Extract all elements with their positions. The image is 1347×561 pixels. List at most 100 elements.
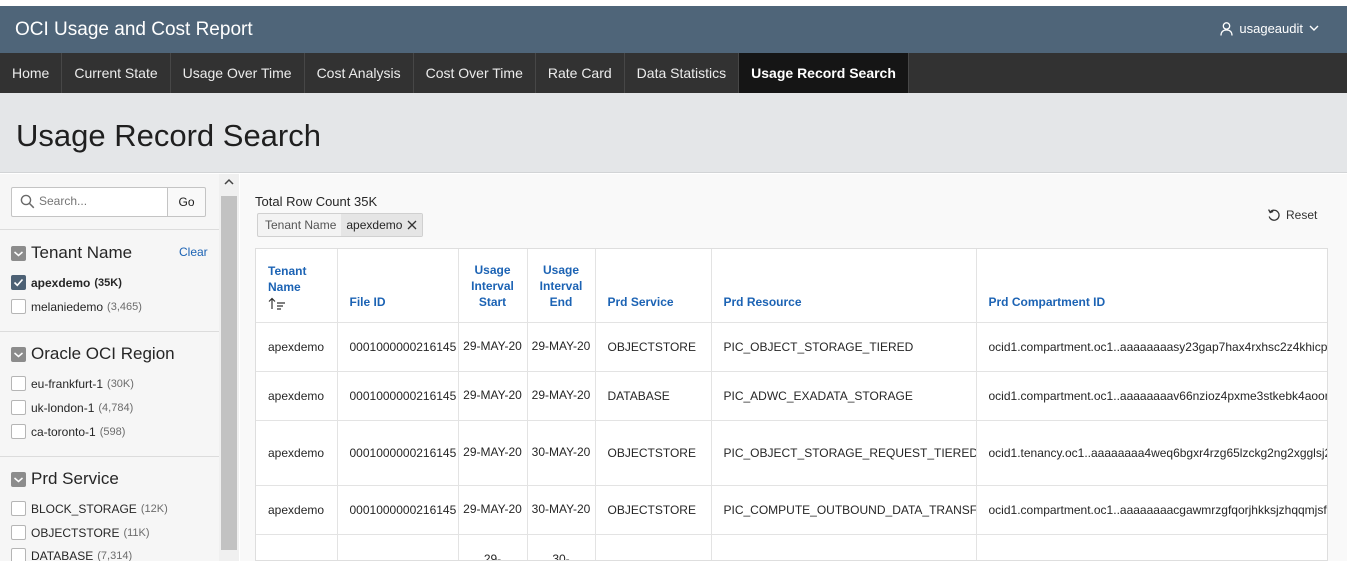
column-header-tenant-name[interactable]: Tenant Name	[256, 249, 338, 323]
user-menu[interactable]: usageaudit	[1220, 21, 1325, 36]
cell-compartment	[976, 534, 1327, 560]
cell-compartment: ocid1.tenancy.oc1..aaaaaaaa4weq6bgxr4rzg…	[976, 420, 1327, 486]
column-header-prd-compartment-id[interactable]: Prd Compartment ID	[976, 249, 1327, 323]
close-icon[interactable]	[407, 220, 417, 230]
checkbox[interactable]	[11, 548, 26, 561]
cell-end: 30-MAY-20	[527, 420, 596, 486]
cell-service: OBJECTSTORE	[595, 420, 712, 486]
facet-divider	[0, 331, 219, 332]
cell-tenant: apexdemo	[256, 322, 338, 372]
facet-sidebar: Go Tenant Name Clear apexdemo (35K) mela…	[0, 174, 239, 561]
search-input[interactable]	[39, 194, 164, 208]
option-label: BLOCK_STORAGE	[31, 501, 137, 516]
option-count: (3,465)	[107, 300, 142, 313]
facet-divider	[0, 456, 219, 457]
facet-header-region: Oracle OCI Region	[11, 344, 175, 364]
cell-compartment: ocid1.compartment.oc1..aaaaaaaasy23gap7h…	[976, 322, 1327, 372]
go-button[interactable]: Go	[167, 187, 206, 217]
option-count: (598)	[99, 425, 126, 438]
chip-label: Tenant Name	[265, 218, 337, 232]
facet-option-uk-london-1[interactable]: uk-london-1 (4,784)	[11, 400, 133, 415]
tab-cost-over-time[interactable]: Cost Over Time	[414, 53, 536, 93]
user-icon	[1220, 21, 1234, 36]
facet-header-tenant: Tenant Name	[11, 243, 132, 263]
tab-current-state[interactable]: Current State	[62, 53, 171, 93]
option-count: (4,784)	[98, 401, 134, 414]
search-icon	[20, 194, 35, 209]
total-row-count: Total Row Count 35K	[255, 194, 378, 209]
facet-option-block-storage[interactable]: BLOCK_STORAGE (12K)	[11, 501, 168, 516]
facet-title-tenant: Tenant Name	[31, 243, 133, 262]
column-header-file-id[interactable]: File ID	[337, 249, 459, 323]
checkbox[interactable]	[11, 501, 26, 516]
reset-button[interactable]: Reset	[1267, 208, 1317, 222]
facet-option-eu-frankfurt-1[interactable]: eu-frankfurt-1 (30K)	[11, 376, 134, 391]
option-count: (30K)	[107, 377, 134, 390]
cell-service: DATABASE	[595, 371, 712, 421]
cell-compartment: ocid1.compartment.oc1..aaaaaaaav66nzioz4…	[976, 371, 1327, 421]
tab-data-statistics[interactable]: Data Statistics	[625, 53, 740, 93]
scroll-up-arrow-icon[interactable]	[219, 178, 239, 192]
chevron-down-icon	[1309, 25, 1319, 31]
option-count: (7,314)	[97, 549, 133, 561]
facet-option-ca-toronto-1[interactable]: ca-toronto-1 (598)	[11, 424, 125, 439]
cell-resource: PIC_ADWC_EXADATA_STORAGE	[711, 371, 977, 421]
column-header-usage-interval-start[interactable]: Usage Interval Start	[458, 249, 528, 323]
option-label: DATABASE	[31, 548, 94, 561]
table-row[interactable]: apexdemo 0001000000216145 29-MAY-20 30-M…	[256, 485, 1327, 535]
tab-usage-record-search[interactable]: Usage Record Search	[739, 53, 909, 93]
facet-option-objectstore[interactable]: OBJECTSTORE (11K)	[11, 525, 150, 540]
checkbox[interactable]	[11, 525, 26, 540]
table-row[interactable]: apexdemo 0001000000216145 29-MAY-20 29-M…	[256, 371, 1327, 421]
option-count: (12K)	[140, 502, 168, 515]
chip-value-text: apexdemo	[346, 218, 403, 232]
cell-end: 29-MAY-20	[527, 322, 596, 372]
cell-service: OBJECTSTORE	[595, 485, 712, 535]
page-header: Usage Record Search	[0, 93, 1347, 173]
collapse-toggle-icon[interactable]	[11, 245, 26, 261]
column-header-prd-resource[interactable]: Prd Resource	[711, 249, 977, 323]
reset-label: Reset	[1286, 208, 1318, 222]
column-header-usage-interval-end[interactable]: Usage Interval End	[527, 249, 596, 323]
facet-option-database[interactable]: DATABASE (7,314)	[11, 548, 132, 561]
search-field	[11, 187, 168, 217]
app-header: OCI Usage and Cost Report usageaudit	[0, 6, 1347, 53]
facet-title-region: Oracle OCI Region	[31, 344, 175, 363]
main-nav: Home Current State Usage Over Time Cost …	[0, 53, 1347, 93]
facet-option-apexdemo[interactable]: apexdemo (35K)	[11, 275, 122, 290]
tab-rate-card[interactable]: Rate Card	[536, 53, 625, 93]
checkbox[interactable]	[11, 424, 26, 439]
cell-compartment: ocid1.compartment.oc1..aaaaaaaacgawmrzgf…	[976, 485, 1327, 535]
option-label: uk-london-1	[31, 400, 95, 415]
tab-cost-analysis[interactable]: Cost Analysis	[305, 53, 414, 93]
table-row[interactable]: apexdemo 0001000000216145 29-MAY-20 29-M…	[256, 322, 1327, 372]
cell-service: OBJECTSTORE	[595, 322, 712, 372]
cell-file-id: 0001000000216145	[337, 420, 459, 486]
cell-start: 29-MAY-20	[458, 371, 528, 421]
scrollbar-thumb[interactable]	[221, 196, 237, 550]
facet-option-melaniedemo[interactable]: melaniedemo (3,465)	[11, 299, 142, 314]
sort-ascending-icon[interactable]	[268, 297, 286, 310]
checkbox[interactable]	[11, 400, 26, 415]
cell-tenant: apexdemo	[256, 371, 338, 421]
checkbox-checked-icon[interactable]	[11, 275, 26, 290]
tab-usage-over-time[interactable]: Usage Over Time	[171, 53, 305, 93]
cell-resource: PIC_COMPUTE_OUTBOUND_DATA_TRANSFER	[711, 485, 977, 535]
collapse-toggle-icon[interactable]	[11, 471, 26, 487]
results-region: Total Row Count 35K Tenant Name apexdemo…	[240, 174, 1347, 561]
sidebar-scrollbar[interactable]	[219, 174, 239, 561]
tab-home[interactable]: Home	[0, 53, 63, 93]
app-title[interactable]: OCI Usage and Cost Report	[15, 19, 253, 41]
table-header-row: Tenant Name File ID Usage Interval Start…	[256, 249, 1327, 323]
checkbox[interactable]	[11, 299, 26, 314]
table-row[interactable]: apexdemo 0001000000216145 29-MAY-20 30-M…	[256, 420, 1327, 486]
cell-file-id: 0001000000216145	[337, 371, 459, 421]
filter-chip[interactable]: Tenant Name apexdemo	[257, 213, 424, 237]
cell-resource	[711, 534, 977, 560]
table-row[interactable]: 29- 30-	[256, 534, 1327, 560]
collapse-toggle-icon[interactable]	[11, 346, 26, 362]
option-label: eu-frankfurt-1	[31, 376, 104, 391]
checkbox[interactable]	[11, 376, 26, 391]
column-header-prd-service[interactable]: Prd Service	[595, 249, 712, 323]
clear-tenant-link[interactable]: Clear	[179, 245, 208, 259]
